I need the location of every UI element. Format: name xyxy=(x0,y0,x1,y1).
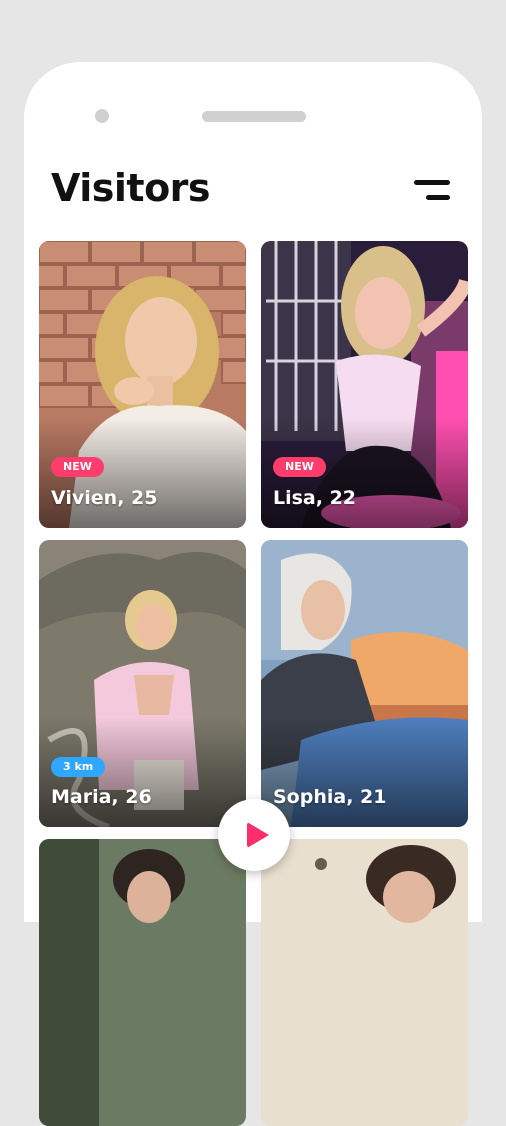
visitor-name: Vivien, 25 xyxy=(51,487,158,509)
visitor-card[interactable]: 3 km Maria, 26 xyxy=(39,540,246,827)
play-button[interactable] xyxy=(218,799,290,871)
distance-badge: 3 km xyxy=(51,757,106,777)
visitor-card[interactable] xyxy=(261,839,468,1126)
menu-icon[interactable] xyxy=(412,178,450,206)
visitor-photo xyxy=(39,839,246,1126)
new-badge: NEW xyxy=(273,457,326,477)
front-camera xyxy=(95,109,109,123)
visitor-card[interactable]: NEW Lisa, 22 xyxy=(261,241,468,528)
visitor-card[interactable]: Sophia, 21 xyxy=(261,540,468,827)
new-badge: NEW xyxy=(51,457,104,477)
play-icon xyxy=(247,822,269,848)
page-title: Visitors xyxy=(51,166,211,210)
visitor-card[interactable]: NEW Vivien, 25 xyxy=(39,241,246,528)
visitor-name: Sophia, 21 xyxy=(273,786,387,808)
visitor-name: Maria, 26 xyxy=(51,786,152,808)
visitor-photo xyxy=(261,839,468,1126)
visitor-card[interactable] xyxy=(39,839,246,1126)
visitor-name: Lisa, 22 xyxy=(273,487,357,509)
earpiece-speaker xyxy=(202,111,306,122)
